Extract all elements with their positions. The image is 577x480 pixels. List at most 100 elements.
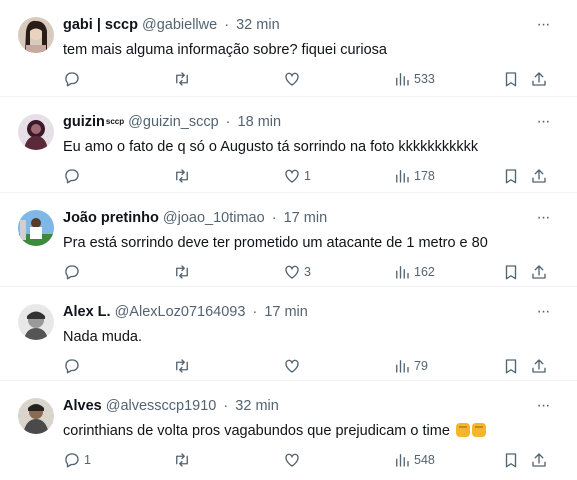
- separator-dot: ·: [224, 17, 230, 33]
- avatar[interactable]: [18, 114, 54, 150]
- views-button[interactable]: 178: [393, 165, 435, 187]
- display-name[interactable]: Alex L.: [63, 304, 111, 320]
- heart-icon: [285, 359, 299, 373]
- like-count: 1: [304, 169, 311, 183]
- separator-dot: ·: [223, 398, 229, 414]
- more-icon[interactable]: ···: [533, 303, 553, 321]
- bookmark-button[interactable]: [502, 355, 520, 377]
- reply-button[interactable]: [63, 355, 84, 377]
- tweet-text: Pra está sorrindo deve ter prometido um …: [63, 235, 488, 251]
- handle[interactable]: @joao_10timao: [163, 210, 265, 226]
- fist-emoji-icon: [455, 423, 470, 437]
- tweet-text: Eu amo o fato de q só o Augusto tá sorri…: [63, 139, 479, 155]
- retweet-button[interactable]: [173, 449, 194, 471]
- reply-button[interactable]: [63, 68, 84, 90]
- bookmark-button[interactable]: [502, 449, 520, 471]
- display-name[interactable]: gabi | sccp: [63, 17, 138, 33]
- bookmark-button[interactable]: [502, 261, 520, 283]
- share-button[interactable]: [530, 261, 548, 283]
- views-icon: [396, 454, 409, 467]
- timestamp[interactable]: 32 min: [236, 17, 280, 33]
- avatar[interactable]: [18, 304, 54, 340]
- timestamp[interactable]: 17 min: [264, 304, 308, 320]
- separator-dot: ·: [252, 304, 258, 320]
- bookmark-icon: [505, 169, 517, 184]
- timestamp[interactable]: 18 min: [238, 114, 282, 130]
- heart-icon: [285, 72, 299, 86]
- share-button[interactable]: [530, 68, 548, 90]
- tweet-text-container: corinthians de volta pros vagabundos que…: [63, 421, 486, 441]
- retweet-button[interactable]: [173, 165, 194, 187]
- handle[interactable]: @gabiellwe: [142, 17, 217, 33]
- share-button[interactable]: [530, 355, 548, 377]
- tweet[interactable]: Alves @alvessccp1910 · 32 min ··· corint…: [0, 381, 577, 480]
- views-button[interactable]: 533: [393, 68, 435, 90]
- separator-dot: ·: [225, 114, 231, 130]
- retweet-button[interactable]: [173, 68, 194, 90]
- handle[interactable]: @alvessccp1910: [106, 398, 217, 414]
- share-icon: [532, 72, 546, 86]
- timestamp[interactable]: 32 min: [235, 398, 279, 414]
- like-button[interactable]: [283, 449, 304, 471]
- tweet-header: Alves @alvessccp1910 · 32 min: [63, 397, 279, 415]
- tweet-text: Nada muda.: [63, 329, 142, 345]
- more-icon[interactable]: ···: [533, 397, 553, 415]
- retweet-icon: [176, 453, 188, 467]
- timestamp[interactable]: 17 min: [284, 210, 328, 226]
- retweet-button[interactable]: [173, 261, 194, 283]
- separator-dot: ·: [271, 210, 277, 226]
- view-count: 548: [414, 453, 435, 467]
- views-button[interactable]: 79: [393, 355, 428, 377]
- display-name[interactable]: guizin: [63, 114, 105, 130]
- share-button[interactable]: [530, 449, 548, 471]
- reply-icon: [65, 359, 79, 374]
- more-icon[interactable]: ···: [533, 113, 553, 131]
- handle[interactable]: @guizin_sccp: [128, 114, 218, 130]
- reply-icon: [65, 169, 79, 184]
- reply-button[interactable]: 1: [63, 449, 91, 471]
- view-count: 178: [414, 169, 435, 183]
- tweet-header: Alex L. @AlexLoz07164093 · 17 min: [63, 303, 308, 321]
- tweet[interactable]: João pretinho @joao_10timao · 17 min ···…: [0, 193, 577, 287]
- reply-button[interactable]: [63, 165, 84, 187]
- like-count: 3: [304, 265, 311, 279]
- like-button[interactable]: 1: [283, 165, 311, 187]
- reply-icon: [65, 453, 79, 468]
- tweet[interactable]: Alex L. @AlexLoz07164093 · 17 min ··· Na…: [0, 287, 577, 381]
- share-icon: [532, 453, 546, 467]
- like-button[interactable]: [283, 355, 304, 377]
- heart-icon: [285, 265, 299, 279]
- views-button[interactable]: 162: [393, 261, 435, 283]
- share-button[interactable]: [530, 165, 548, 187]
- name-badge: sccp: [105, 117, 125, 126]
- display-name[interactable]: Alves: [63, 398, 102, 414]
- views-icon: [396, 266, 409, 279]
- avatar[interactable]: [18, 17, 54, 53]
- like-button[interactable]: [283, 68, 304, 90]
- display-name[interactable]: João pretinho: [63, 210, 159, 226]
- more-icon[interactable]: ···: [533, 16, 553, 34]
- avatar[interactable]: [18, 210, 54, 246]
- tweet[interactable]: guizinsccp @guizin_sccp · 18 min ··· Eu …: [0, 97, 577, 193]
- share-icon: [532, 359, 546, 373]
- views-button[interactable]: 548: [393, 449, 435, 471]
- bookmark-button[interactable]: [502, 165, 520, 187]
- like-button[interactable]: 3: [283, 261, 311, 283]
- bookmark-button[interactable]: [502, 68, 520, 90]
- tweet-header: João pretinho @joao_10timao · 17 min: [63, 209, 327, 227]
- more-icon[interactable]: ···: [533, 209, 553, 227]
- retweet-icon: [176, 72, 188, 86]
- heart-icon: [285, 169, 299, 183]
- retweet-icon: [176, 169, 188, 183]
- reply-button[interactable]: [63, 261, 84, 283]
- action-bar: 3 162: [0, 261, 577, 283]
- tweet[interactable]: gabi | sccp @gabiellwe · 32 min ··· tem …: [0, 0, 577, 97]
- bookmark-icon: [505, 265, 517, 280]
- retweet-button[interactable]: [173, 355, 194, 377]
- bookmark-icon: [505, 453, 517, 468]
- handle[interactable]: @AlexLoz07164093: [115, 304, 246, 320]
- avatar[interactable]: [18, 398, 54, 434]
- bookmark-icon: [505, 359, 517, 374]
- tweet-header: guizinsccp @guizin_sccp · 18 min: [63, 113, 281, 131]
- share-icon: [532, 169, 546, 183]
